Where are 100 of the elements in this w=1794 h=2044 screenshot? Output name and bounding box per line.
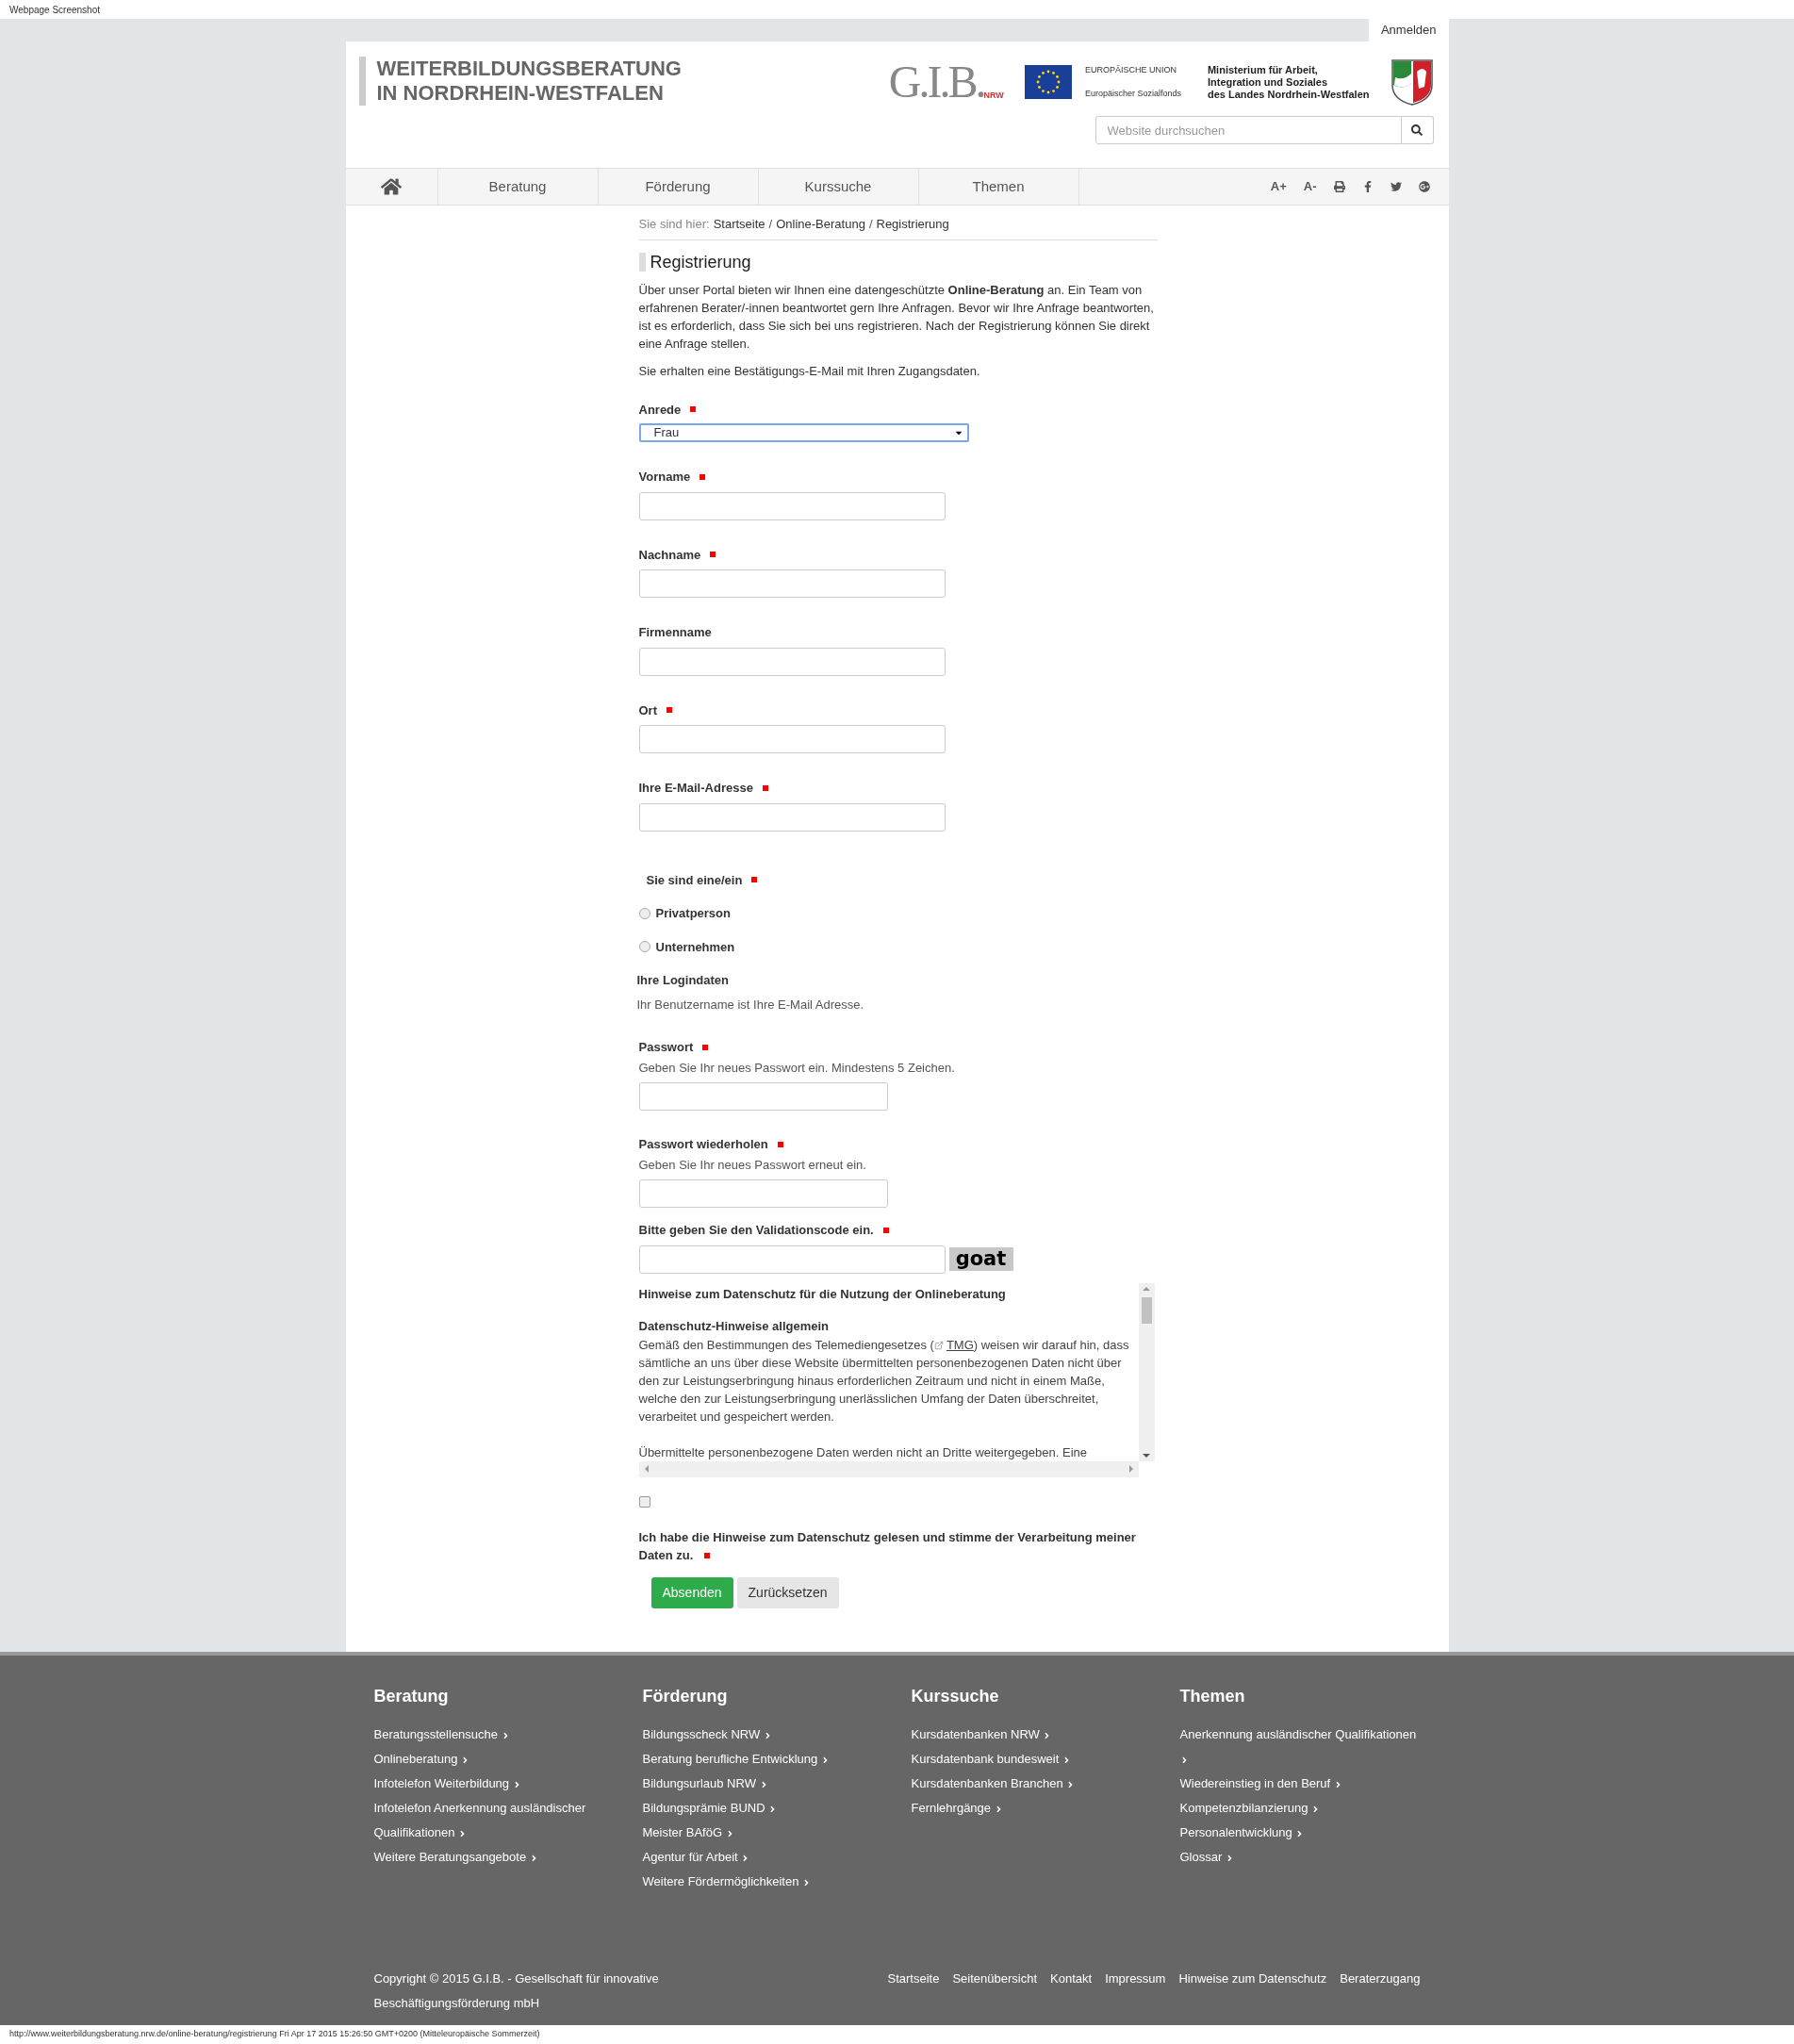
password-field[interactable] xyxy=(638,1082,888,1111)
nav-tab[interactable]: Förderung xyxy=(598,169,759,205)
horizontal-scrollbar[interactable] xyxy=(638,1460,1139,1477)
required-marker-icon xyxy=(667,707,672,714)
font-size-button[interactable]: A+ xyxy=(1270,177,1287,196)
reset-button[interactable]: Zurücksetzen xyxy=(736,1576,839,1608)
footer-link[interactable]: Weitere Fördermöglichkeiten xyxy=(642,1870,888,1894)
input-field[interactable] xyxy=(638,491,946,520)
footer-link[interactable]: Weitere Beratungsangebote xyxy=(373,1845,619,1870)
footer-link[interactable]: Anerkennung ausländischer Qualifikationen xyxy=(1179,1723,1425,1772)
login-link[interactable]: Anmelden xyxy=(1368,19,1449,41)
tmg-link[interactable]: TMG xyxy=(933,1337,974,1352)
footer-link[interactable]: Kompetenzbilanzierung xyxy=(1179,1796,1425,1821)
radio-button[interactable] xyxy=(638,941,650,953)
required-marker-icon xyxy=(710,552,716,558)
required-marker-icon xyxy=(882,1227,889,1233)
field-label: Firmenname xyxy=(638,624,712,641)
footer-bottom-link[interactable]: Kontakt xyxy=(1050,1967,1093,1991)
footer-heading: Themen xyxy=(1179,1686,1246,1707)
footer-link[interactable]: Glossar xyxy=(1179,1845,1425,1870)
footer-link[interactable]: Infotelefon Weiterbildung xyxy=(373,1772,619,1796)
field-hint: Geben Sie Ihr neues Passwort erneut ein. xyxy=(638,1156,867,1174)
nav-tab[interactable]: Beratung xyxy=(437,169,599,205)
radio-button[interactable] xyxy=(638,907,650,919)
font-size-button[interactable]: A- xyxy=(1303,177,1317,196)
footer-link[interactable]: Bildungsurlaub NRW xyxy=(642,1772,888,1796)
salutation-select[interactable]: Frau xyxy=(638,423,969,442)
consent-label: Ich habe die Hinweise zum Datenschutz gelesen und stimme der Verarbeitung meiner Daten zu. xyxy=(638,1528,1137,1564)
footer-bottom-link[interactable]: Impressum xyxy=(1105,1967,1166,1991)
nav-tab[interactable]: Kurssuche xyxy=(758,169,919,205)
footer-bottom-link[interactable]: Startseite xyxy=(887,1967,940,1991)
footer-link[interactable]: Beratungsstellensuche xyxy=(373,1723,619,1747)
footer-link[interactable]: Fernlehrgänge xyxy=(911,1796,1157,1821)
footer-bottom-link[interactable]: Seitenübersicht xyxy=(952,1967,1038,1991)
search-field[interactable]: Website durchsuchen xyxy=(1095,116,1402,144)
field-label: Passwort wiederholen xyxy=(638,1136,768,1153)
footer-link[interactable]: Kursdatenbank bundesweit xyxy=(911,1747,1157,1772)
home-icon[interactable] xyxy=(381,176,402,197)
required-marker-icon xyxy=(699,473,706,480)
site-title: IN NORDRHEIN-WESTFALEN xyxy=(376,81,665,106)
search-icon xyxy=(1411,124,1423,136)
gib-logo: G.I.B. xyxy=(888,60,984,104)
footer-link[interactable]: Kursdatenbanken Branchen xyxy=(911,1772,1157,1796)
field-label: Ihre E-Mail-Adresse xyxy=(638,780,753,797)
captcha-code: goat xyxy=(948,1247,1013,1271)
privacy-subtitle: Datenschutz-Hinweise allgemein xyxy=(638,1318,831,1335)
breadcrumb-link[interactable]: Online-Beratung xyxy=(776,215,865,234)
field-label: Nachname xyxy=(638,546,701,564)
twitter-icon[interactable] xyxy=(1390,181,1402,192)
breadcrumb-link[interactable]: Startseite xyxy=(713,215,765,234)
vertical-scrollbar[interactable] xyxy=(1138,1282,1155,1461)
field-label: Bitte geben Sie den Validationscode ein. xyxy=(638,1222,874,1239)
input-field[interactable] xyxy=(638,647,946,676)
input-field[interactable] xyxy=(638,802,946,832)
footer-link[interactable]: Kursdatenbanken NRW xyxy=(911,1723,1157,1747)
footer-link[interactable]: Onlineberatung xyxy=(373,1747,619,1772)
field-label: Anrede xyxy=(638,401,682,419)
submit-button[interactable]: Absenden xyxy=(650,1576,733,1608)
input-field[interactable] xyxy=(638,569,946,598)
consent-checkbox[interactable] xyxy=(638,1495,650,1508)
section-heading: Ihre Logindaten xyxy=(636,972,730,989)
required-marker-icon xyxy=(702,1044,709,1050)
nav-tab[interactable]: Themen xyxy=(918,169,1079,205)
gib-logo-suffix: NRW xyxy=(983,90,1004,102)
copyright-text: Copyright © 2015 G.I.B. - Gesellschaft für innovative Beschäftigungsförderung mbH xyxy=(373,1970,660,2012)
footer-link[interactable]: Personalentwicklung xyxy=(1179,1821,1425,1845)
footer-link[interactable]: Wiedereinstieg in den Beruf xyxy=(1179,1772,1425,1796)
eu-subtitle: Europäischer Sozialfonds xyxy=(1084,87,1181,100)
input-field[interactable] xyxy=(638,725,946,753)
privacy-paragraph: Übermittelte personenbezogene Daten werden nicht an Dritte weitergegeben. Eine xyxy=(638,1443,1088,1461)
section-note: Ihr Benutzername ist Ihre E-Mail Adresse. xyxy=(636,996,865,1014)
privacy-title: Hinweise zum Datenschutz für die Nutzung der Onlineberatung xyxy=(638,1285,1007,1303)
breadcrumb-separator: / xyxy=(768,216,773,233)
footer-link[interactable]: Bildungsprämie BUND xyxy=(642,1796,888,1821)
eu-title: EUROPÄISCHE UNION xyxy=(1084,64,1177,76)
footer-link[interactable]: Infotelefon Anerkennung ausländischer Qualifikationen xyxy=(373,1796,619,1845)
field-label: Passwort xyxy=(638,1039,694,1056)
google-plus-icon[interactable] xyxy=(1418,181,1430,192)
print-icon[interactable] xyxy=(1333,181,1345,192)
intro-paragraph: Sie erhalten eine Bestätigungs-E-Mail mit Ihren Zugangsdaten. xyxy=(638,362,981,380)
captcha-field[interactable] xyxy=(638,1245,946,1274)
breadcrumb-separator: / xyxy=(868,216,873,233)
breadcrumb-link[interactable]: Registrierung xyxy=(876,215,949,234)
footer-link[interactable]: Beratung berufliche Entwicklung xyxy=(642,1747,888,1772)
footer-heading: Förderung xyxy=(642,1686,729,1707)
search-button[interactable] xyxy=(1401,116,1434,144)
required-marker-icon xyxy=(690,406,697,413)
footer-bottom-link[interactable]: Hinweise zum Datenschutz xyxy=(1178,1967,1327,1991)
footer-heading: Beratung xyxy=(373,1686,450,1707)
site-title: WEITERBILDUNGSBERATUNG xyxy=(376,57,682,81)
footer-link[interactable]: Agentur für Arbeit xyxy=(642,1845,888,1870)
coat-of-arms-icon xyxy=(1390,58,1434,106)
footer-link[interactable]: Bildungsscheck NRW xyxy=(642,1723,888,1747)
required-marker-icon xyxy=(762,784,768,791)
required-marker-icon xyxy=(751,877,758,883)
external-link-icon xyxy=(933,1341,944,1351)
password-field[interactable] xyxy=(638,1179,888,1208)
screenshot-caption: Webpage Screenshot xyxy=(9,3,100,17)
footer-bottom-link[interactable]: Beraterzugang xyxy=(1340,1967,1421,1991)
footer-link[interactable]: Meister BAföG xyxy=(642,1821,888,1845)
